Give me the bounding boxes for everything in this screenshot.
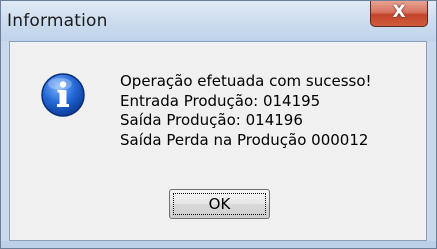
message-text: Operação efetuada com sucesso! Entrada P… xyxy=(120,72,372,150)
close-icon: X xyxy=(392,2,406,22)
message-line-saida: Saída Produção: 014196 xyxy=(120,111,303,129)
ok-button[interactable]: OK xyxy=(169,189,270,219)
window-bottom-frame xyxy=(1,241,436,248)
message-line-perda: Saída Perda na Produção 000012 xyxy=(120,130,369,149)
title-bar[interactable]: Information X xyxy=(1,1,436,41)
message-line-entrada: Entrada Produção: 014195 xyxy=(120,91,321,110)
info-icon xyxy=(41,73,85,117)
message-line-success: Operação efetuada com sucesso! xyxy=(120,72,372,90)
window-title: Information xyxy=(7,11,108,31)
dialog-content: Operação efetuada com sucesso! Entrada P… xyxy=(9,41,427,241)
close-button[interactable]: X xyxy=(370,1,428,27)
information-dialog: Information X Operação efetuada com suce… xyxy=(0,0,437,249)
ok-button-label: OK xyxy=(208,195,231,213)
